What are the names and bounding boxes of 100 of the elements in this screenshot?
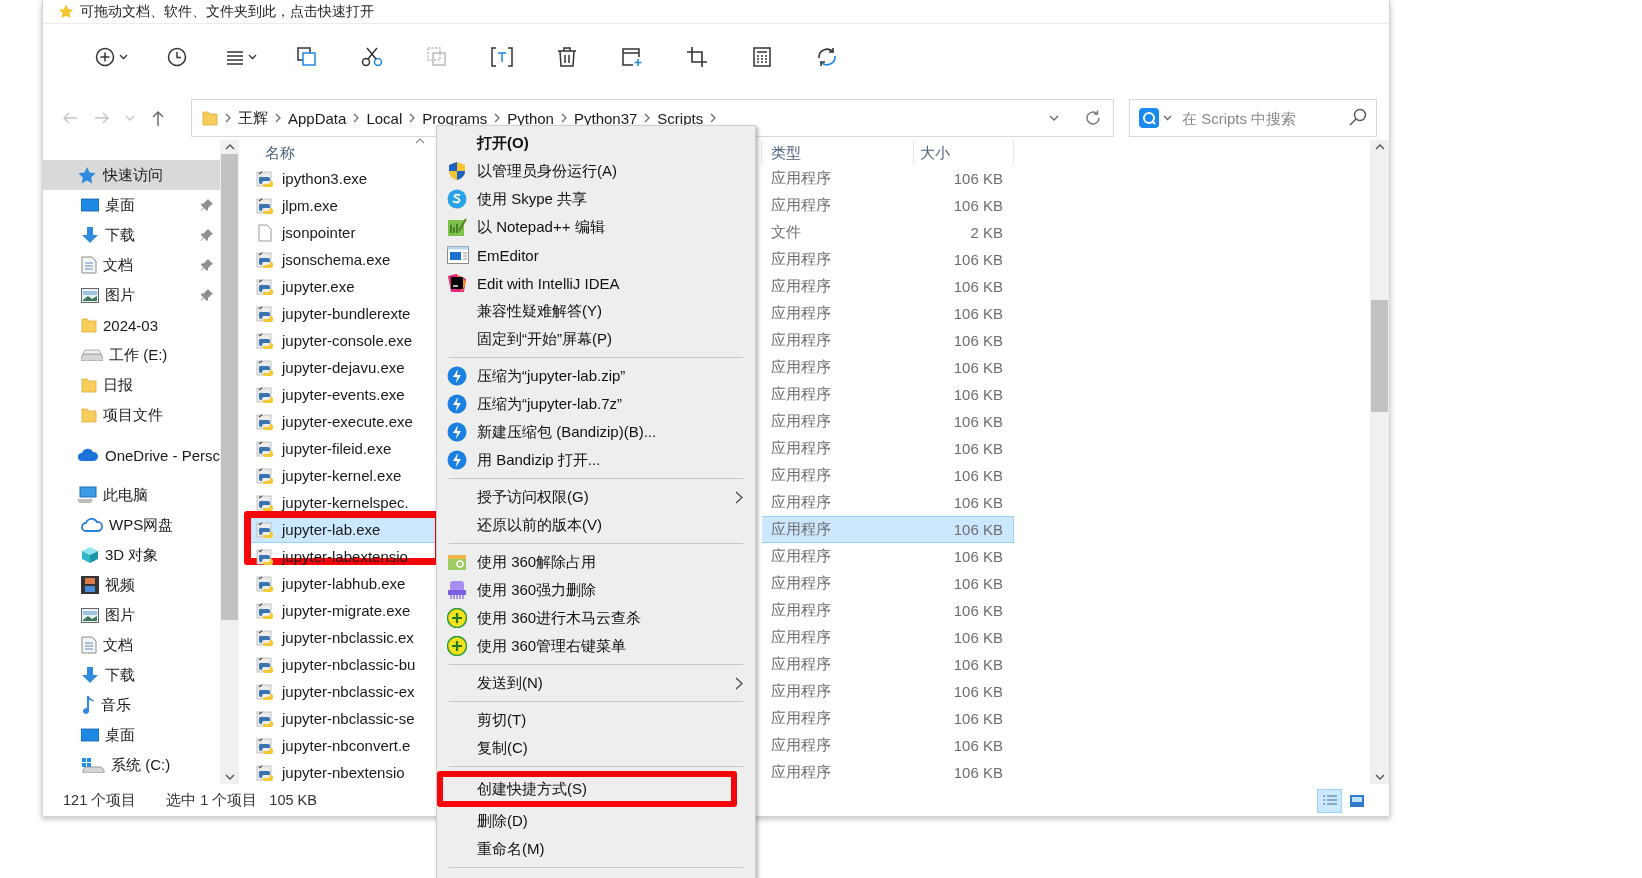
menu-item[interactable]: 兼容性疑难解答(Y) xyxy=(437,297,755,325)
table-cell[interactable]: jupyter.exe xyxy=(247,273,435,300)
nav-item[interactable]: 3D 对象 xyxy=(43,540,220,570)
scrollbar[interactable] xyxy=(220,140,239,784)
caret-icon xyxy=(1163,115,1172,121)
nav-item[interactable]: 2024-03 xyxy=(43,310,220,340)
nav-item[interactable]: 此电脑 xyxy=(43,480,220,510)
file-name: jupyter.exe xyxy=(282,278,355,295)
breadcrumb-item[interactable]: Scripts xyxy=(657,109,704,127)
table-cell[interactable]: jupyter-migrate.exe xyxy=(247,597,435,624)
nav-item[interactable]: OneDrive - Persc xyxy=(43,440,220,470)
menu-item[interactable]: 授予访问权限(G) xyxy=(437,483,755,511)
table-cell-text: 文件 xyxy=(770,222,802,242)
menu-item[interactable]: 压缩为“jupyter-lab.zip” xyxy=(437,362,755,390)
menu-item[interactable]: 还原以前的版本(V) xyxy=(437,511,755,539)
menu-item[interactable]: 复制(C) xyxy=(437,734,755,762)
column-header[interactable]: 大小 xyxy=(914,141,1014,165)
menu-item[interactable]: 使用 360强力删除 xyxy=(437,576,755,604)
table-cell-text: 106 KB xyxy=(952,655,1004,675)
table-cell[interactable]: jupyter-nbclassic-bu xyxy=(247,651,435,678)
file-name: jupyter-kernel.exe xyxy=(282,467,402,484)
breadcrumb-item[interactable]: Local xyxy=(366,109,403,127)
selection-size: 105 KB xyxy=(269,792,317,808)
nav-item[interactable]: 下载 xyxy=(43,660,220,690)
menu-item[interactable]: EmEditor xyxy=(437,241,755,269)
nav-item[interactable]: 桌面 xyxy=(43,190,220,220)
nav-item[interactable]: 系统 (C:) xyxy=(43,750,220,780)
table-cell[interactable]: jupyter-kernelspec. xyxy=(247,489,435,516)
menu-item[interactable]: 创建快捷方式(S) xyxy=(437,771,737,807)
menu-item[interactable]: 以管理员身份运行(A) xyxy=(437,157,755,185)
cube-icon xyxy=(81,546,99,564)
table-cell[interactable]: jupyter-nbclassic.ex xyxy=(247,624,435,651)
nav-item[interactable]: 图片 xyxy=(43,280,220,310)
python-file-icon xyxy=(256,277,274,296)
table-cell-text: 106 KB xyxy=(952,169,1004,189)
table-cell[interactable]: jupyter-kernel.exe xyxy=(247,462,435,489)
breadcrumb-item[interactable]: Python37 xyxy=(573,109,638,127)
nav-item[interactable]: 工作 (E:) xyxy=(43,340,220,370)
menu-item[interactable]: 发送到(N) xyxy=(437,669,755,697)
breadcrumb-item[interactable]: 王辉 xyxy=(238,108,268,128)
table-cell-text: 106 KB xyxy=(952,574,1004,594)
breadcrumb-item[interactable]: AppData xyxy=(288,109,347,127)
nav-item[interactable]: 文档 xyxy=(43,250,220,280)
nav-item[interactable]: 日报 xyxy=(43,370,220,400)
file-name: jsonschema.exe xyxy=(282,251,391,268)
menu-item[interactable]: 以 Notepad++ 编辑 xyxy=(437,213,755,241)
notepad-icon xyxy=(447,217,467,237)
menu-item[interactable]: 固定到“开始”屏幕(P) xyxy=(437,325,755,353)
nav-item[interactable]: 音乐 xyxy=(43,690,220,720)
table-cell[interactable]: jlpm.exe xyxy=(247,192,435,219)
crop-icon xyxy=(686,47,707,67)
nav-item[interactable]: 文档 xyxy=(43,630,220,660)
folder-icon xyxy=(81,407,97,423)
nav-item[interactable]: 桌面 xyxy=(43,720,220,750)
table-cell[interactable]: jupyter-nbconvert.e xyxy=(247,732,435,759)
table-cell[interactable]: jupyter-nbclassic-ex xyxy=(247,678,435,705)
nav-item[interactable]: 视频 xyxy=(43,570,220,600)
table-cell[interactable]: jupyter-dejavu.exe xyxy=(247,354,435,381)
menu-item[interactable]: 重命名(M) xyxy=(437,835,755,863)
scrollbar[interactable] xyxy=(1370,140,1389,784)
calculator-icon xyxy=(752,47,771,67)
table-cell[interactable]: ipython3.exe xyxy=(247,165,435,192)
table-cell[interactable]: jupyter-console.exe xyxy=(247,327,435,354)
nav-item[interactable]: 项目文件 xyxy=(43,400,220,430)
menu-item[interactable]: Edit with IntelliJ IDEA xyxy=(437,269,755,297)
file-name: jupyter-kernelspec. xyxy=(282,494,409,511)
scrollbar-thumb[interactable] xyxy=(1371,300,1388,412)
desktop-icon xyxy=(81,198,99,212)
table-cell[interactable]: jupyter-execute.exe xyxy=(247,408,435,435)
menu-item[interactable]: 新建压缩包 (Bandizip)(B)... xyxy=(437,418,755,446)
table-cell-text: 应用程序 xyxy=(770,465,832,485)
table-cell[interactable]: jupyter-nbclassic-se xyxy=(247,705,435,732)
menu-item[interactable]: 使用 360解除占用 xyxy=(437,548,755,576)
table-cell[interactable]: jupyter-labhub.exe xyxy=(247,570,435,597)
table-cell-text: 应用程序 xyxy=(770,600,832,620)
table-cell[interactable]: jupyter-events.exe xyxy=(247,381,435,408)
menu-item[interactable]: 使用 Skype 共享 xyxy=(437,185,755,213)
menu-item[interactable]: 删除(D) xyxy=(437,807,755,835)
menu-item[interactable]: 用 Bandizip 打开... xyxy=(437,446,755,474)
menu-item[interactable]: 使用 360进行木马云查杀 xyxy=(437,604,755,632)
table-cell[interactable]: jupyter-bundlerexte xyxy=(247,300,435,327)
table-cell-text: 应用程序 xyxy=(770,249,832,269)
nav-item[interactable]: 下载 xyxy=(43,220,220,250)
search-field[interactable]: 在 Scripts 中搜索 xyxy=(1129,99,1377,137)
table-cell[interactable]: jsonschema.exe xyxy=(247,246,435,273)
table-cell[interactable]: jupyter-fileid.exe xyxy=(247,435,435,462)
table-cell[interactable]: jsonpointer xyxy=(247,219,435,246)
nav-item[interactable]: WPS网盘 xyxy=(43,510,220,540)
menu-item[interactable]: 压缩为“jupyter-lab.7z” xyxy=(437,390,755,418)
column-header[interactable]: 类型 xyxy=(762,141,914,165)
bandizip-icon xyxy=(447,366,467,386)
menu-item[interactable]: 剪切(T) xyxy=(437,706,755,734)
breadcrumb-item[interactable]: Programs xyxy=(422,109,488,127)
nav-item[interactable]: 快速访问 xyxy=(43,160,220,190)
nav-item[interactable]: 图片 xyxy=(43,600,220,630)
breadcrumb-item[interactable]: Python xyxy=(507,109,554,127)
scrollbar-thumb[interactable] xyxy=(221,154,238,620)
table-cell[interactable]: jupyter-nbextensio xyxy=(247,759,435,786)
menu-item[interactable]: 使用 360管理右键菜单 xyxy=(437,632,755,660)
python-file-icon xyxy=(256,493,274,512)
